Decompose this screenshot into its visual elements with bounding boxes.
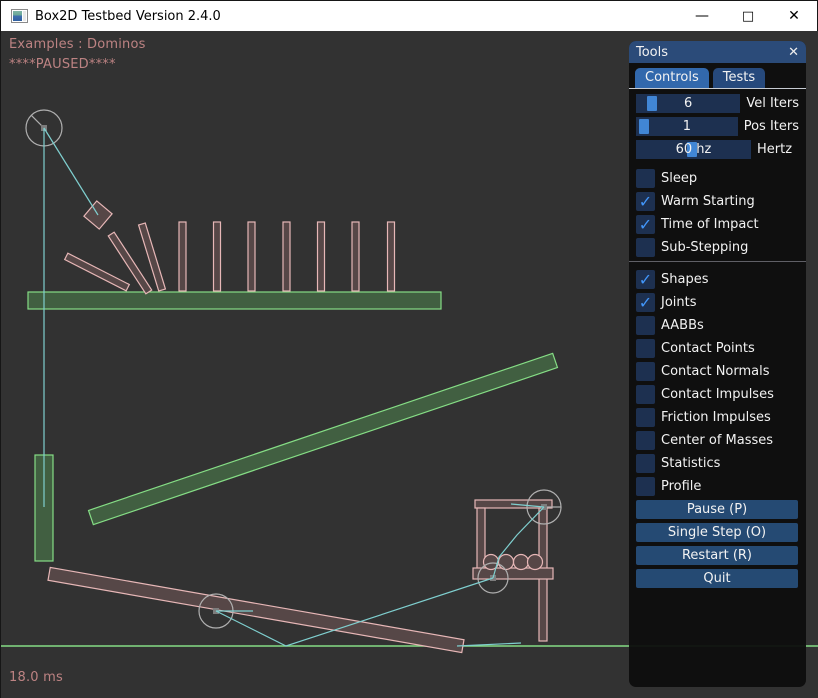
single-step-button[interactable]: Single Step (O) — [636, 523, 798, 542]
sleep-checkbox[interactable] — [636, 169, 655, 188]
checkbox-label: Contact Normals — [661, 364, 770, 379]
joint-line — [44, 128, 98, 215]
checkbox-row-contact-normals[interactable]: Contact Normals — [636, 362, 799, 381]
maximize-icon[interactable]: □ — [725, 1, 771, 31]
hertz-slider[interactable]: 60 hz — [636, 140, 751, 159]
shapes-checkbox[interactable] — [636, 270, 655, 289]
aabbs-checkbox[interactable] — [636, 316, 655, 335]
dynamic-bodies — [48, 201, 553, 653]
tab-tests[interactable]: Tests — [713, 68, 765, 88]
checkbox-label: Friction Impulses — [661, 410, 771, 425]
slider-label: Hertz — [757, 142, 792, 157]
vel-iters-slider[interactable]: 6 — [636, 94, 740, 113]
tools-panel-title: Tools — [636, 45, 668, 60]
checkbox-label: Center of Masses — [661, 433, 773, 448]
tools-panel-titlebar[interactable]: Tools ✕ — [629, 41, 806, 63]
slider-label: Pos Iters — [744, 119, 799, 134]
time-of-impact-checkbox[interactable] — [636, 215, 655, 234]
frame-time-label: 18.0 ms — [9, 670, 63, 685]
checkbox-label: Warm Starting — [661, 194, 755, 209]
domino — [352, 222, 359, 291]
checkbox-label: Shapes — [661, 272, 708, 287]
restart-button[interactable]: Restart (R) — [636, 546, 798, 565]
pos-iters-slider[interactable]: 1 — [636, 117, 738, 136]
contact-points-checkbox[interactable] — [636, 339, 655, 358]
joints-checkbox[interactable] — [636, 293, 655, 312]
ball — [528, 555, 543, 570]
simulation-canvas[interactable]: Examples : Dominos ****PAUSED**** 18.0 m… — [1, 31, 818, 698]
center-of-masses-checkbox[interactable] — [636, 431, 655, 450]
checkbox-row-shapes[interactable]: Shapes — [636, 270, 799, 289]
checkbox-label: AABBs — [661, 318, 704, 333]
tools-tab-bar: Controls Tests — [629, 63, 806, 89]
slider-value: 6 — [636, 94, 740, 113]
checkbox-row-friction-impulses[interactable]: Friction Impulses — [636, 408, 799, 427]
example-label: Examples : Dominos — [9, 37, 146, 52]
ball — [514, 555, 529, 570]
slider-row-pos-iters: 1 Pos Iters — [636, 117, 799, 136]
slider-row-vel-iters: 6 Vel Iters — [636, 94, 799, 113]
domino — [388, 222, 395, 291]
checkbox-row-joints[interactable]: Joints — [636, 293, 799, 312]
slider-label: Vel Iters — [746, 96, 799, 111]
close-icon[interactable]: ✕ — [771, 1, 817, 31]
warm-starting-checkbox[interactable] — [636, 192, 655, 211]
frame-shelf — [473, 568, 553, 579]
quit-button[interactable]: Quit — [636, 569, 798, 588]
checkbox-row-statistics[interactable]: Statistics — [636, 454, 799, 473]
tools-panel-content: 6 Vel Iters 1 Pos Iters 60 hz — [629, 89, 806, 588]
tools-panel: Tools ✕ Controls Tests 6 Vel Iters — [629, 41, 806, 687]
profile-checkbox[interactable] — [636, 477, 655, 496]
static-slanted-bar — [89, 353, 558, 524]
checkbox-row-aabbs[interactable]: AABBs — [636, 316, 799, 335]
domino — [318, 222, 325, 291]
friction-impulses-checkbox[interactable] — [636, 408, 655, 427]
domino — [283, 222, 290, 291]
domino — [248, 222, 255, 291]
checkbox-label: Contact Points — [661, 341, 755, 356]
app-window: Box2D Testbed Version 2.4.0 — □ ✕ — [0, 0, 818, 698]
window-title: Box2D Testbed Version 2.4.0 — [35, 9, 221, 24]
checkbox-label: Profile — [661, 479, 701, 494]
window-titlebar[interactable]: Box2D Testbed Version 2.4.0 — □ ✕ — [1, 1, 817, 31]
tools-close-icon[interactable]: ✕ — [788, 45, 799, 60]
ball — [499, 555, 514, 570]
slider-value: 60 hz — [636, 140, 751, 159]
slider-row-hertz: 60 hz Hertz — [636, 140, 799, 159]
contact-impulses-checkbox[interactable] — [636, 385, 655, 404]
contact-normals-checkbox[interactable] — [636, 362, 655, 381]
pause-button[interactable]: Pause (P) — [636, 500, 798, 519]
separator — [629, 261, 806, 262]
seesaw-plank — [48, 567, 464, 652]
checkbox-row-sleep[interactable]: Sleep — [636, 169, 799, 188]
checkbox-row-contact-impulses[interactable]: Contact Impulses — [636, 385, 799, 404]
window-controls: — □ ✕ — [679, 1, 817, 31]
checkbox-row-center-of-masses[interactable]: Center of Masses — [636, 431, 799, 450]
slider-value: 1 — [636, 117, 738, 136]
domino-fallen — [65, 253, 130, 291]
static-platform — [28, 292, 441, 309]
checkbox-row-contact-points[interactable]: Contact Points — [636, 339, 799, 358]
paused-label: ****PAUSED**** — [9, 57, 116, 72]
checkbox-label: Joints — [661, 295, 697, 310]
checkbox-label: Statistics — [661, 456, 720, 471]
domino — [214, 222, 221, 291]
checkbox-row-time-of-impact[interactable]: Time of Impact — [636, 215, 799, 234]
minimize-icon[interactable]: — — [679, 1, 725, 31]
domino — [179, 222, 186, 291]
checkbox-label: Sub-Stepping — [661, 240, 748, 255]
statistics-checkbox[interactable] — [636, 454, 655, 473]
checkbox-label: Time of Impact — [661, 217, 759, 232]
tab-controls[interactable]: Controls — [635, 68, 709, 88]
checkbox-label: Sleep — [661, 171, 697, 186]
checkbox-row-sub-stepping[interactable]: Sub-Stepping — [636, 238, 799, 257]
app-icon — [11, 9, 28, 23]
checkbox-row-profile[interactable]: Profile — [636, 477, 799, 496]
checkbox-row-warm-starting[interactable]: Warm Starting — [636, 192, 799, 211]
checkbox-label: Contact Impulses — [661, 387, 774, 402]
sub-stepping-checkbox[interactable] — [636, 238, 655, 257]
